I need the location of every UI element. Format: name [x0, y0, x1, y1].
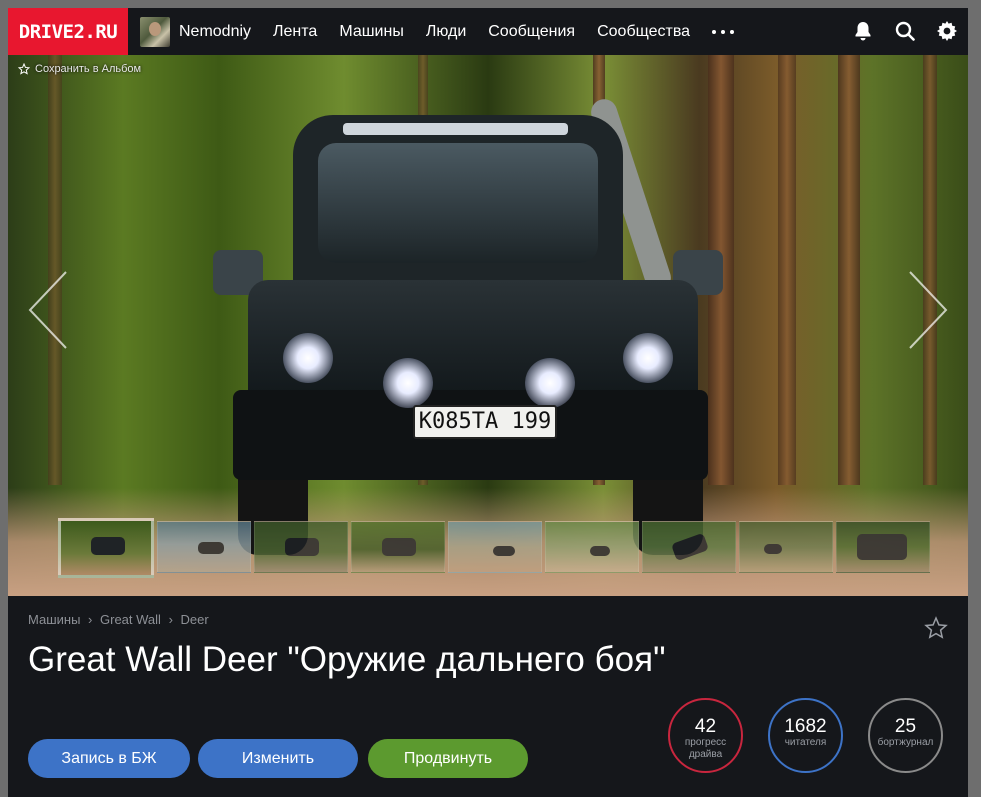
search-icon[interactable]	[894, 20, 916, 42]
headlight-left	[283, 333, 333, 383]
favorite-star-icon[interactable]	[924, 616, 948, 640]
tree-trunk	[778, 55, 796, 485]
readers-value: 1682	[784, 716, 827, 737]
breadcrumb-separator: ›	[88, 612, 93, 627]
more-menu-icon[interactable]	[712, 26, 735, 38]
thumbnail-strip	[58, 518, 930, 578]
thumbnail-8[interactable]	[739, 521, 833, 573]
breadcrumb-separator: ›	[168, 612, 173, 627]
readers-label: читателя	[784, 737, 827, 748]
truck-image: К085ТА 199	[213, 95, 723, 555]
top-navigation: DRIVE2.RU Nemodniy Лента Машины Люди Соо…	[8, 8, 968, 55]
windshield	[318, 143, 598, 263]
chevron-right-icon	[909, 271, 948, 349]
thumbnail-6[interactable]	[545, 521, 639, 573]
thumbnail-9[interactable]	[836, 521, 930, 573]
chevron-left-icon	[28, 271, 67, 349]
drive-progress-value: 42	[694, 716, 717, 737]
username[interactable]: Nemodniy	[179, 23, 251, 41]
user-profile-link[interactable]: Nemodniy	[140, 16, 251, 47]
save-to-album-label: Сохранить в Альбом	[35, 63, 142, 75]
roof-banner	[343, 123, 568, 135]
foglight-right	[525, 358, 575, 408]
nav-item-cars[interactable]: Машины	[339, 23, 404, 41]
edit-button[interactable]: Изменить	[198, 739, 358, 778]
prev-photo-arrow[interactable]	[28, 270, 68, 350]
main-nav: Лента Машины Люди Сообщения Сообщества	[273, 23, 712, 41]
nav-item-people[interactable]: Люди	[426, 23, 466, 41]
site-logo[interactable]: DRIVE2.RU	[8, 8, 128, 55]
bell-icon[interactable]	[852, 20, 874, 42]
tree-trunk	[838, 55, 860, 485]
thumbnail-5[interactable]	[448, 521, 542, 573]
drive-progress-stat[interactable]: 42 прогресс драйва	[668, 698, 743, 773]
breadcrumb-model[interactable]: Deer	[181, 612, 209, 627]
page-title: Great Wall Deer "Оружие дальнего боя"	[28, 640, 666, 679]
headlight-right	[623, 333, 673, 383]
thumbnail-3[interactable]	[254, 521, 348, 573]
readers-stat[interactable]: 1682 читателя	[768, 698, 843, 773]
license-plate: К085ТА 199	[413, 405, 557, 439]
logbook-stat[interactable]: 25 бортжурнал	[868, 698, 943, 773]
logbook-value: 25	[894, 716, 917, 737]
foglight-left	[383, 358, 433, 408]
promote-button[interactable]: Продвинуть	[368, 739, 528, 778]
nav-item-feed[interactable]: Лента	[273, 23, 317, 41]
breadcrumb-cars[interactable]: Машины	[28, 612, 80, 627]
gear-icon[interactable]	[936, 20, 958, 42]
nav-item-communities[interactable]: Сообщества	[597, 23, 690, 41]
car-photo-gallery[interactable]: К085ТА 199 Сохранить в Альбом	[8, 55, 968, 596]
drive-progress-label: прогресс драйва	[684, 737, 727, 760]
thumbnail-7[interactable]	[642, 521, 736, 573]
star-outline-icon	[18, 63, 30, 75]
thumbnail-1[interactable]	[58, 518, 154, 578]
next-photo-arrow[interactable]	[908, 270, 948, 350]
car-info-panel: Машины › Great Wall › Deer Great Wall De…	[8, 596, 968, 797]
thumbnail-2[interactable]	[157, 521, 251, 573]
journal-entry-button[interactable]: Запись в БЖ	[28, 739, 190, 778]
thumbnail-4[interactable]	[351, 521, 445, 573]
nav-item-messages[interactable]: Сообщения	[488, 23, 575, 41]
breadcrumb-brand[interactable]: Great Wall	[100, 612, 161, 627]
save-to-album-button[interactable]: Сохранить в Альбом	[18, 63, 141, 75]
page-frame: DRIVE2.RU Nemodniy Лента Машины Люди Соо…	[8, 8, 968, 797]
top-icons	[852, 20, 958, 42]
breadcrumb: Машины › Great Wall › Deer	[28, 612, 209, 627]
avatar[interactable]	[140, 16, 170, 47]
logbook-label: бортжурнал	[877, 737, 934, 748]
